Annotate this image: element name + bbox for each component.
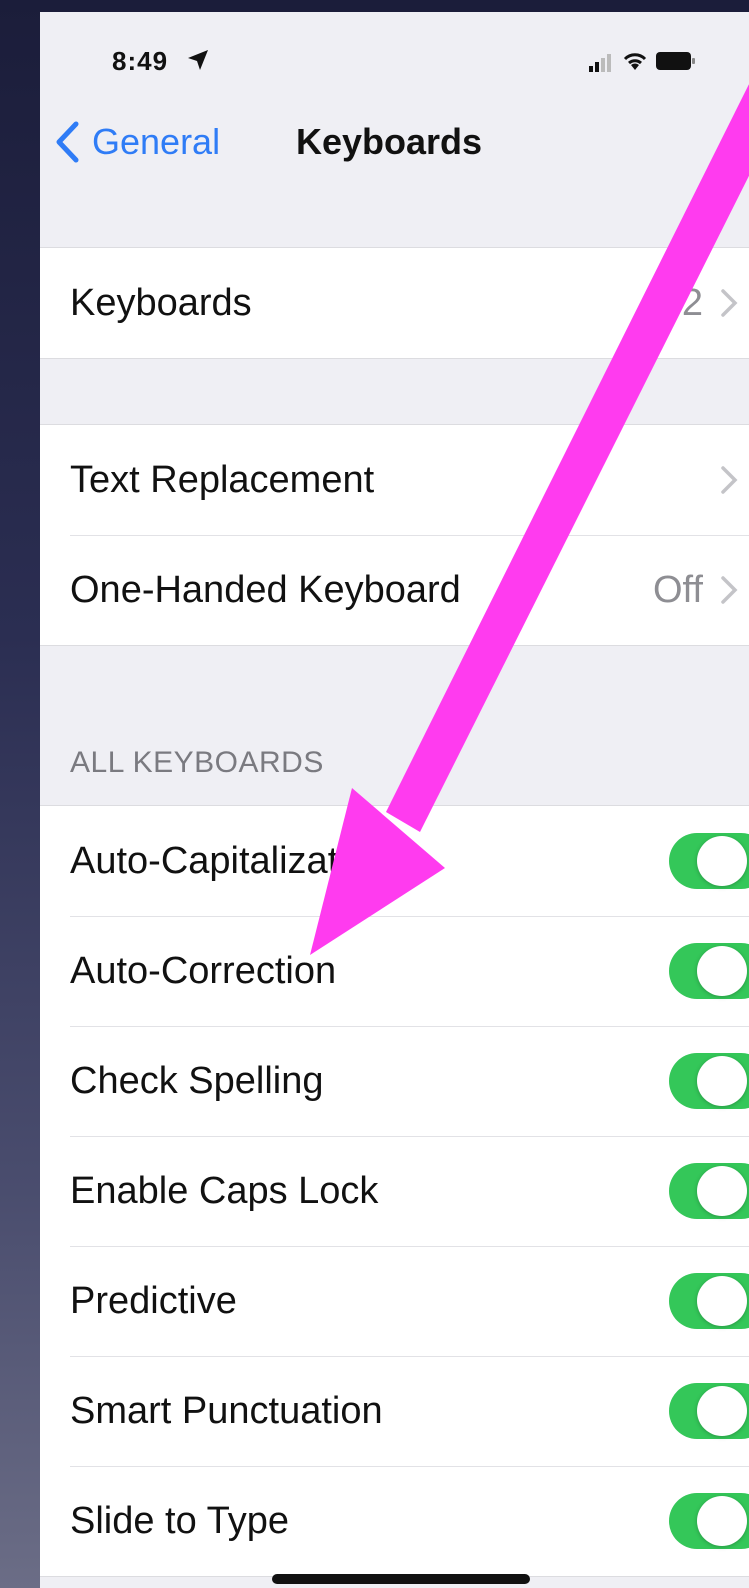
- chevron-left-icon: [56, 121, 79, 163]
- toggle-knob: [697, 1496, 747, 1546]
- check-spelling-toggle[interactable]: [669, 1053, 749, 1109]
- chevron-right-icon: [721, 289, 738, 317]
- row-slide-to-type: Slide to Type: [40, 1466, 749, 1576]
- enable-caps-lock-toggle[interactable]: [669, 1163, 749, 1219]
- row-value: 2: [681, 281, 703, 324]
- toggle-knob: [697, 1166, 747, 1216]
- row-label: Text Replacement: [70, 458, 375, 501]
- row-auto-capitalization: Auto-Capitalization: [40, 806, 749, 916]
- toggle-knob: [697, 836, 747, 886]
- row-check-spelling: Check Spelling: [40, 1026, 749, 1136]
- back-button[interactable]: General: [54, 112, 220, 172]
- keyboards-group: Keyboards 2: [40, 247, 749, 359]
- smart-punctuation-toggle[interactable]: [669, 1383, 749, 1439]
- chevron-right-icon: [721, 576, 738, 604]
- back-label: General: [92, 121, 221, 162]
- toggle-knob: [697, 946, 747, 996]
- status-time: 8:49: [112, 46, 169, 76]
- settings-screen: 8:49 General Keyboards Keyboards 2 Text …: [40, 12, 749, 1588]
- row-keyboards[interactable]: Keyboards 2: [40, 248, 749, 358]
- auto-correction-toggle[interactable]: [669, 943, 749, 999]
- row-value: Off: [653, 568, 703, 611]
- location-arrow-icon: [188, 50, 208, 70]
- toggle-knob: [697, 1386, 747, 1436]
- row-label: Check Spelling: [70, 1059, 324, 1102]
- row-enable-caps-lock: Enable Caps Lock: [40, 1136, 749, 1246]
- all-keyboards-group: Auto-Capitalization Auto-Correction Chec…: [40, 805, 749, 1577]
- navigation-bar: General Keyboards: [40, 102, 749, 192]
- text-options-group: Text Replacement One-Handed Keyboard Off: [40, 424, 749, 646]
- row-predictive: Predictive: [40, 1246, 749, 1356]
- row-one-handed-keyboard[interactable]: One-Handed Keyboard Off: [40, 535, 749, 645]
- row-label: Keyboards: [70, 281, 252, 324]
- wifi-icon: [623, 53, 647, 70]
- predictive-toggle[interactable]: [669, 1273, 749, 1329]
- row-label: Enable Caps Lock: [70, 1169, 379, 1212]
- row-label: Slide to Type: [70, 1499, 290, 1542]
- row-label: Auto-Capitalization: [70, 839, 389, 882]
- slide-to-type-toggle[interactable]: [669, 1493, 749, 1549]
- row-label: Auto-Correction: [70, 949, 337, 992]
- auto-capitalization-toggle[interactable]: [669, 833, 749, 889]
- page-title: Keyboards: [296, 121, 483, 162]
- home-indicator[interactable]: [272, 1574, 530, 1584]
- status-bar: 8:49: [40, 12, 749, 102]
- row-label: Predictive: [70, 1279, 237, 1322]
- toggle-knob: [697, 1056, 747, 1106]
- section-header-all-keyboards: ALL KEYBOARDS: [70, 746, 324, 779]
- chevron-right-icon: [721, 466, 738, 494]
- row-label: One-Handed Keyboard: [70, 568, 461, 611]
- toggle-knob: [697, 1276, 747, 1326]
- cellular-signal-icon: [589, 54, 611, 72]
- row-auto-correction: Auto-Correction: [40, 916, 749, 1026]
- battery-icon: [656, 52, 695, 70]
- row-label: Smart Punctuation: [70, 1389, 383, 1432]
- row-smart-punctuation: Smart Punctuation: [40, 1356, 749, 1466]
- row-text-replacement[interactable]: Text Replacement: [40, 425, 749, 535]
